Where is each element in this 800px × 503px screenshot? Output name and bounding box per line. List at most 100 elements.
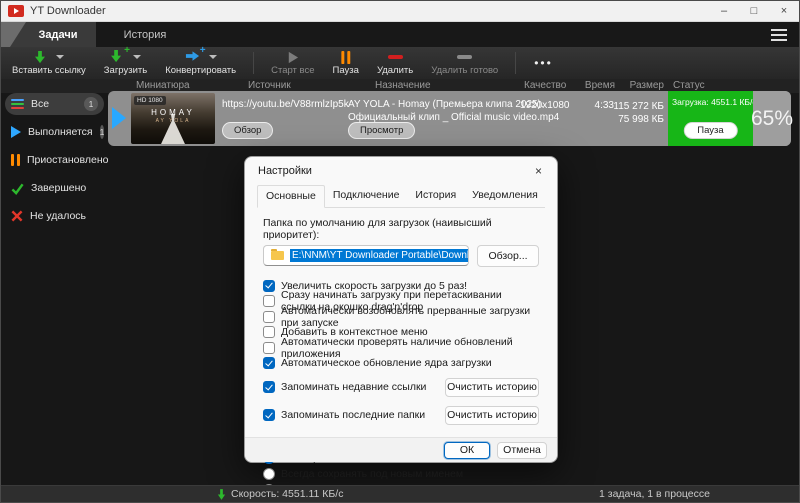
task-play-icon[interactable] [112,107,126,129]
status-bar: Скорость: 4551.11 КБ/с 1 задача, 1 в про… [1,485,799,502]
dialog-tab-history[interactable]: История [407,185,464,207]
all-count-badge: 1 [84,97,98,111]
task-pause-button[interactable]: Пауза [683,122,738,139]
dialog-header: Настройки × [245,157,557,182]
clear-folders-history-button[interactable]: Очистить историю [445,405,539,425]
radio-label: Всегда сохранять под новым именем [281,468,464,480]
tasks-count-text: 1 задача, 1 в процессе [599,488,710,500]
video-thumbnail: HD 1080 HOMAY AY YOLA [131,93,215,144]
checkbox-unchecked[interactable] [263,310,275,323]
folder-label: Папка по умолчанию для загрузок (наивысш… [263,217,492,241]
sidebar-all-label: Все [31,98,50,110]
source-url[interactable]: https://youtu.be/V88rmlzIp5k [222,99,349,110]
checkbox-unchecked[interactable] [263,341,275,354]
check-icon [11,183,24,195]
app-icon [8,5,24,17]
pause-button[interactable]: Пауза [324,50,368,77]
dialog-tab-strip: Основные Подключение История Уведомления [257,185,545,208]
fail-x-icon [11,210,23,222]
window-title: YT Downloader [30,5,106,17]
option-check-updates[interactable]: Автоматически проверять наличие обновлен… [263,336,539,360]
remember-folders-row: Запоминать последние папки Очистить исто… [263,405,539,425]
delete-label: Удалить [376,64,414,76]
minimize-button[interactable]: – [709,1,739,21]
paste-link-button[interactable]: Вставить ссылку [3,50,95,77]
checkbox-checked[interactable] [263,381,275,393]
tab-history[interactable]: История [103,22,187,47]
column-time: Время [584,80,615,91]
start-all-label: Старт все [271,64,315,76]
remember-links-label: Запоминать недавние ссылки [281,381,427,393]
size-value: 115 272 КБ 75 998 КБ [592,100,664,126]
remember-folders-label: Запоминать последние папки [281,409,426,421]
download-button[interactable]: + Загрузить [95,45,156,77]
maximize-button[interactable]: □ [739,1,769,21]
settings-dialog: Настройки × Основные Подключение История… [244,156,558,502]
option-label: Автоматически проверять наличие обновлен… [281,335,513,360]
chevron-down-icon [56,55,65,60]
browse-button[interactable]: Обзор... [477,245,539,267]
pause-icon [341,50,351,64]
dialog-close-button[interactable]: × [532,164,545,178]
progress-percent: 65% [751,91,793,146]
sidebar-item-paused[interactable]: Приостановлено [5,149,108,171]
download-task-row[interactable]: HD 1080 HOMAY AY YOLA https://youtu.be/V… [108,91,793,146]
sidebar-item-all[interactable]: Все 1 [5,93,104,115]
folder-path-value: E:\NNM\YT Downloader Portable\Downloads [290,249,468,262]
dialog-tab-general[interactable]: Основные [257,185,325,208]
destination-view-button[interactable]: Просмотр [348,122,416,139]
remember-links-row: Запоминать недавние ссылки Очистить исто… [263,377,539,397]
chevron-down-icon [208,55,217,60]
download-label: Загрузить [103,64,148,76]
dialog-footer: ОК Отмена [245,437,557,462]
checkbox-checked[interactable] [263,279,275,292]
convert-plus-icon: + [185,46,206,65]
thumbnail-subtitle: AY YOLA [155,118,191,124]
status-text: Загрузка: 4551.1 КБ/с [672,97,757,107]
checkbox-unchecked[interactable] [263,295,275,307]
running-count-badge: 1 [99,125,105,139]
download-folder-combobox[interactable]: E:\NNM\YT Downloader Portable\Downloads [263,245,469,266]
checkbox-checked[interactable] [263,409,275,421]
delete-done-button[interactable]: Удалить готово [422,50,507,77]
size-total: 115 272 КБ [613,101,664,112]
clear-links-history-button[interactable]: Очистить историю [445,377,539,397]
delete-done-icon [457,55,473,60]
option-label: Автоматическое обновление ядра загрузки [281,357,492,369]
column-destination: Назначение [375,80,431,91]
toolbar-separator [515,52,517,74]
dialog-tab-notifications[interactable]: Уведомления [464,185,546,207]
radio-save-new-name[interactable]: Всегда сохранять под новым именем [263,468,539,480]
dialog-tab-connection[interactable]: Подключение [325,185,408,207]
radio-unselected[interactable] [263,468,275,480]
column-thumbnail: Миниатюра [136,80,190,91]
thumbnail-title: HOMAY [151,108,195,117]
more-options-button[interactable]: ••• [524,56,563,70]
delete-button[interactable]: Удалить [368,50,422,77]
sidebar-running-label: Выполняется [28,126,93,138]
convert-button[interactable]: + Конвертировать [156,46,245,77]
all-tasks-icon [11,99,24,109]
option-resume-on-start[interactable]: Автоматически возобновлять прерванные за… [263,305,539,329]
dialog-title: Настройки [258,165,312,177]
general-options: Увеличить скорость загрузки до 5 раз! Ср… [263,279,539,369]
sidebar-completed-label: Завершено [31,182,87,194]
close-button[interactable]: × [769,1,799,21]
column-quality: Качество [524,80,567,91]
checkbox-checked[interactable] [263,357,275,369]
window-controls: – □ × [709,1,799,21]
checkbox-unchecked[interactable] [263,326,275,338]
paste-link-icon [35,50,46,63]
paused-icon [11,154,20,166]
cancel-button[interactable]: Отмена [497,441,547,459]
ok-button[interactable]: ОК [444,441,490,459]
main-tab-bar: Задачи История [1,22,799,47]
sidebar-item-running[interactable]: Выполняется 1 [5,121,105,143]
speed-download-icon [217,489,226,500]
sidebar-item-failed[interactable]: Не удалось [5,205,104,227]
sidebar-item-completed[interactable]: Завершено [5,177,104,199]
start-all-button[interactable]: Старт все [262,50,323,77]
source-browse-button[interactable]: Обзор [222,122,274,139]
title-bar: YT Downloader – □ × [1,1,799,22]
menu-icon[interactable] [771,34,787,36]
